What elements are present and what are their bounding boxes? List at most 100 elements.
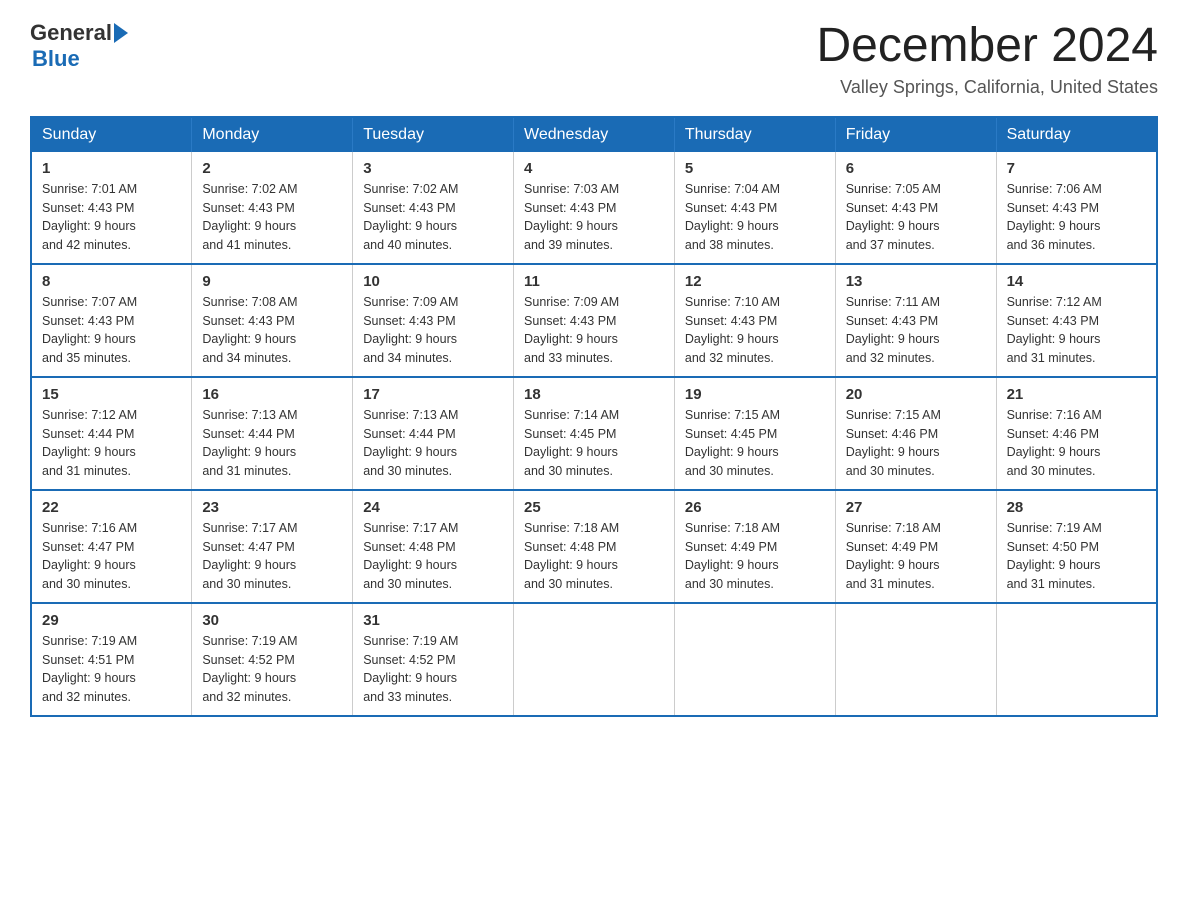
day-number: 30 — [202, 612, 342, 629]
calendar-week-row: 8 Sunrise: 7:07 AMSunset: 4:43 PMDaylight… — [31, 264, 1157, 377]
day-number: 19 — [685, 386, 825, 403]
day-info: Sunrise: 7:09 AMSunset: 4:43 PMDaylight:… — [363, 293, 503, 368]
calendar-cell: 16 Sunrise: 7:13 AMSunset: 4:44 PMDayligh… — [192, 377, 353, 490]
day-info: Sunrise: 7:15 AMSunset: 4:45 PMDaylight:… — [685, 406, 825, 481]
calendar-cell — [514, 603, 675, 716]
weekday-header-tuesday: Tuesday — [353, 117, 514, 152]
day-number: 11 — [524, 273, 664, 290]
day-info: Sunrise: 7:13 AMSunset: 4:44 PMDaylight:… — [202, 406, 342, 481]
day-info: Sunrise: 7:05 AMSunset: 4:43 PMDaylight:… — [846, 180, 986, 255]
calendar-cell: 12 Sunrise: 7:10 AMSunset: 4:43 PMDayligh… — [674, 264, 835, 377]
day-number: 3 — [363, 160, 503, 177]
day-info: Sunrise: 7:19 AMSunset: 4:52 PMDaylight:… — [202, 632, 342, 707]
calendar-cell: 28 Sunrise: 7:19 AMSunset: 4:50 PMDayligh… — [996, 490, 1157, 603]
calendar-cell: 29Sunrise: 7:19 AMSunset: 4:51 PMDayligh… — [31, 603, 192, 716]
day-info: Sunrise: 7:01 AMSunset: 4:43 PMDaylight:… — [42, 180, 181, 255]
calendar-cell: 6 Sunrise: 7:05 AMSunset: 4:43 PMDaylight… — [835, 152, 996, 264]
day-info: Sunrise: 7:13 AMSunset: 4:44 PMDaylight:… — [363, 406, 503, 481]
day-number: 10 — [363, 273, 503, 290]
day-number: 1 — [42, 160, 181, 177]
day-info: Sunrise: 7:16 AMSunset: 4:47 PMDaylight:… — [42, 519, 181, 594]
calendar-cell: 19 Sunrise: 7:15 AMSunset: 4:45 PMDayligh… — [674, 377, 835, 490]
calendar-cell: 31 Sunrise: 7:19 AMSunset: 4:52 PMDayligh… — [353, 603, 514, 716]
day-number: 16 — [202, 386, 342, 403]
day-info: Sunrise: 7:18 AMSunset: 4:49 PMDaylight:… — [846, 519, 986, 594]
calendar-cell — [996, 603, 1157, 716]
logo-triangle-icon — [114, 23, 128, 43]
day-number: 17 — [363, 386, 503, 403]
logo-text-general: General — [30, 20, 112, 46]
calendar-cell: 11 Sunrise: 7:09 AMSunset: 4:43 PMDayligh… — [514, 264, 675, 377]
calendar-table: SundayMondayTuesdayWednesdayThursdayFrid… — [30, 116, 1158, 717]
day-info: Sunrise: 7:17 AMSunset: 4:47 PMDaylight:… — [202, 519, 342, 594]
calendar-cell — [835, 603, 996, 716]
day-number: 5 — [685, 160, 825, 177]
day-number: 24 — [363, 499, 503, 516]
calendar-cell: 13Sunrise: 7:11 AMSunset: 4:43 PMDayligh… — [835, 264, 996, 377]
day-number: 12 — [685, 273, 825, 290]
calendar-cell: 5 Sunrise: 7:04 AMSunset: 4:43 PMDaylight… — [674, 152, 835, 264]
day-info: Sunrise: 7:12 AMSunset: 4:43 PMDaylight:… — [1007, 293, 1146, 368]
weekday-header-sunday: Sunday — [31, 117, 192, 152]
day-info: Sunrise: 7:12 AMSunset: 4:44 PMDaylight:… — [42, 406, 181, 481]
logo-text-blue: Blue — [32, 46, 80, 72]
calendar-cell: 15 Sunrise: 7:12 AMSunset: 4:44 PMDayligh… — [31, 377, 192, 490]
calendar-cell: 1 Sunrise: 7:01 AMSunset: 4:43 PMDaylight… — [31, 152, 192, 264]
logo: General Blue — [30, 20, 128, 72]
day-info: Sunrise: 7:17 AMSunset: 4:48 PMDaylight:… — [363, 519, 503, 594]
day-number: 28 — [1007, 499, 1146, 516]
day-info: Sunrise: 7:19 AMSunset: 4:50 PMDaylight:… — [1007, 519, 1146, 594]
calendar-cell: 27 Sunrise: 7:18 AMSunset: 4:49 PMDayligh… — [835, 490, 996, 603]
weekday-header-row: SundayMondayTuesdayWednesdayThursdayFrid… — [31, 117, 1157, 152]
month-year-title: December 2024 — [816, 20, 1158, 73]
calendar-cell: 14 Sunrise: 7:12 AMSunset: 4:43 PMDayligh… — [996, 264, 1157, 377]
day-info: Sunrise: 7:02 AMSunset: 4:43 PMDaylight:… — [363, 180, 503, 255]
day-info: Sunrise: 7:15 AMSunset: 4:46 PMDaylight:… — [846, 406, 986, 481]
day-number: 7 — [1007, 160, 1146, 177]
weekday-header-thursday: Thursday — [674, 117, 835, 152]
calendar-cell: 2 Sunrise: 7:02 AMSunset: 4:43 PMDaylight… — [192, 152, 353, 264]
day-info: Sunrise: 7:10 AMSunset: 4:43 PMDaylight:… — [685, 293, 825, 368]
day-number: 20 — [846, 386, 986, 403]
weekday-header-saturday: Saturday — [996, 117, 1157, 152]
day-number: 26 — [685, 499, 825, 516]
calendar-cell: 30 Sunrise: 7:19 AMSunset: 4:52 PMDayligh… — [192, 603, 353, 716]
day-info: Sunrise: 7:16 AMSunset: 4:46 PMDaylight:… — [1007, 406, 1146, 481]
day-number: 6 — [846, 160, 986, 177]
day-info: Sunrise: 7:06 AMSunset: 4:43 PMDaylight:… — [1007, 180, 1146, 255]
day-number: 18 — [524, 386, 664, 403]
day-number: 2 — [202, 160, 342, 177]
day-info: Sunrise: 7:03 AMSunset: 4:43 PMDaylight:… — [524, 180, 664, 255]
day-info: Sunrise: 7:19 AMSunset: 4:52 PMDaylight:… — [363, 632, 503, 707]
calendar-cell: 20 Sunrise: 7:15 AMSunset: 4:46 PMDayligh… — [835, 377, 996, 490]
day-info: Sunrise: 7:09 AMSunset: 4:43 PMDaylight:… — [524, 293, 664, 368]
day-info: Sunrise: 7:02 AMSunset: 4:43 PMDaylight:… — [202, 180, 342, 255]
weekday-header-monday: Monday — [192, 117, 353, 152]
calendar-cell: 23Sunrise: 7:17 AMSunset: 4:47 PMDayligh… — [192, 490, 353, 603]
calendar-cell: 18 Sunrise: 7:14 AMSunset: 4:45 PMDayligh… — [514, 377, 675, 490]
calendar-cell: 8 Sunrise: 7:07 AMSunset: 4:43 PMDaylight… — [31, 264, 192, 377]
calendar-cell: 21 Sunrise: 7:16 AMSunset: 4:46 PMDayligh… — [996, 377, 1157, 490]
calendar-cell: 26 Sunrise: 7:18 AMSunset: 4:49 PMDayligh… — [674, 490, 835, 603]
weekday-header-wednesday: Wednesday — [514, 117, 675, 152]
calendar-week-row: 22Sunrise: 7:16 AMSunset: 4:47 PMDayligh… — [31, 490, 1157, 603]
calendar-cell: 7 Sunrise: 7:06 AMSunset: 4:43 PMDaylight… — [996, 152, 1157, 264]
day-info: Sunrise: 7:18 AMSunset: 4:49 PMDaylight:… — [685, 519, 825, 594]
calendar-week-row: 15 Sunrise: 7:12 AMSunset: 4:44 PMDayligh… — [31, 377, 1157, 490]
day-number: 8 — [42, 273, 181, 290]
day-number: 14 — [1007, 273, 1146, 290]
day-info: Sunrise: 7:08 AMSunset: 4:43 PMDaylight:… — [202, 293, 342, 368]
calendar-cell: 25Sunrise: 7:18 AMSunset: 4:48 PMDayligh… — [514, 490, 675, 603]
day-number: 27 — [846, 499, 986, 516]
day-info: Sunrise: 7:04 AMSunset: 4:43 PMDaylight:… — [685, 180, 825, 255]
day-info: Sunrise: 7:18 AMSunset: 4:48 PMDaylight:… — [524, 519, 664, 594]
day-number: 21 — [1007, 386, 1146, 403]
day-number: 13 — [846, 273, 986, 290]
calendar-cell: 4 Sunrise: 7:03 AMSunset: 4:43 PMDaylight… — [514, 152, 675, 264]
day-number: 31 — [363, 612, 503, 629]
day-info: Sunrise: 7:14 AMSunset: 4:45 PMDaylight:… — [524, 406, 664, 481]
day-number: 4 — [524, 160, 664, 177]
calendar-cell: 24 Sunrise: 7:17 AMSunset: 4:48 PMDayligh… — [353, 490, 514, 603]
day-number: 15 — [42, 386, 181, 403]
day-info: Sunrise: 7:07 AMSunset: 4:43 PMDaylight:… — [42, 293, 181, 368]
